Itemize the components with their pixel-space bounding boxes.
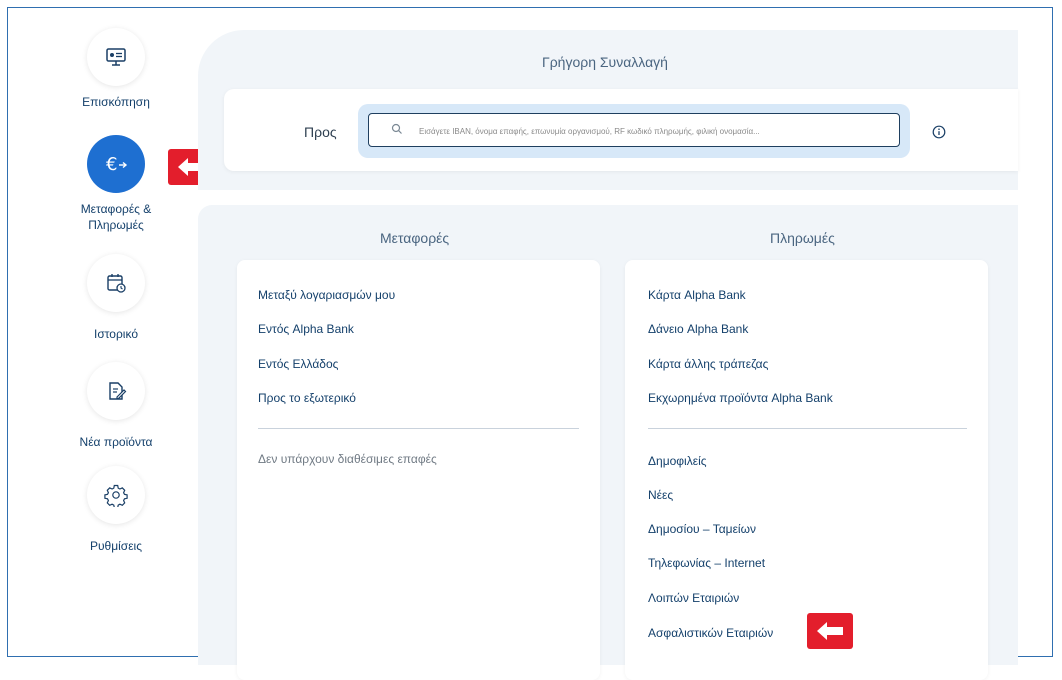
transfers-title: Μεταφορές <box>380 230 450 246</box>
sidebar-item-settings[interactable]: Ρυθμίσεις <box>56 466 176 554</box>
transfer-link-abroad[interactable]: Προς το εξωτερικό <box>258 391 356 405</box>
sidebar-item-overview[interactable]: Επισκόπηση <box>56 28 176 110</box>
to-label: Προς <box>304 124 337 140</box>
search-field[interactable] <box>368 113 900 148</box>
nav-circle <box>87 466 145 524</box>
quick-transaction-title: Γρήγορη Συναλλαγή <box>542 54 668 70</box>
search-input[interactable] <box>417 114 891 148</box>
svg-text:€: € <box>106 154 117 175</box>
arrow-left-icon <box>817 622 843 640</box>
payment-link-alpha-card[interactable]: Κάρτα Alpha Bank <box>648 288 746 302</box>
payment-category-popular[interactable]: Δημοφιλείς <box>648 454 707 468</box>
payments-title: Πληρωμές <box>770 230 835 246</box>
nav-circle <box>87 362 145 420</box>
calendar-clock-icon <box>107 274 126 293</box>
sidebar-item-label: Ιστορικό <box>93 327 138 341</box>
search-icon <box>391 123 402 134</box>
sidebar-item-label: Μεταφορές & Πληρωμές <box>80 202 152 232</box>
payment-category-other-companies[interactable]: Λοιπών Εταιριών <box>648 591 739 605</box>
transfer-link-within-greece[interactable]: Εντός Ελλάδος <box>258 357 338 371</box>
divider <box>258 428 579 429</box>
payment-category-insurance[interactable]: Ασφαλιστικών Εταιριών <box>648 626 773 640</box>
euro-transfer-icon: € <box>106 154 128 175</box>
sidebar-item-label: Επισκόπηση <box>82 95 150 109</box>
payment-category-telecom[interactable]: Τηλεφωνίας – Internet <box>648 556 765 570</box>
transfer-link-own-accounts[interactable]: Μεταξύ λογαριασμών μου <box>258 288 395 302</box>
nav-circle <box>87 28 145 86</box>
payment-link-other-bank-card[interactable]: Κάρτα άλλης τράπεζας <box>648 357 768 371</box>
nav-circle <box>87 254 145 312</box>
sidebar-item-transfers-payments[interactable]: € Μεταφορές & Πληρωμές <box>56 135 176 233</box>
sidebar-item-new-products[interactable]: Νέα προϊόντα <box>56 362 176 450</box>
payment-category-new[interactable]: Νέες <box>648 488 673 502</box>
sidebar-item-history[interactable]: Ιστορικό <box>56 254 176 342</box>
payment-link-alpha-loan[interactable]: Δάνειο Alpha Bank <box>648 322 748 336</box>
nav-circle-active: € <box>87 135 145 193</box>
sidebar-item-label: Νέα προϊόντα <box>79 435 153 449</box>
sidebar-item-label: Ρυθμίσεις <box>89 539 143 553</box>
highlight-arrow-badge <box>807 613 853 649</box>
info-icon[interactable] <box>932 125 946 139</box>
payment-category-public[interactable]: Δημοσίου – Ταμείων <box>648 522 756 536</box>
divider <box>648 428 967 429</box>
payment-link-assigned-products[interactable]: Εκχωρημένα προϊόντα Alpha Bank <box>648 391 833 405</box>
monitor-icon <box>106 48 126 66</box>
transfer-link-within-alpha[interactable]: Εντός Alpha Bank <box>258 322 354 336</box>
gear-icon <box>104 484 128 507</box>
empty-contacts-text: Δεν υπάρχουν διαθέσιμες επαφές <box>258 452 437 466</box>
document-edit-icon <box>109 382 127 400</box>
